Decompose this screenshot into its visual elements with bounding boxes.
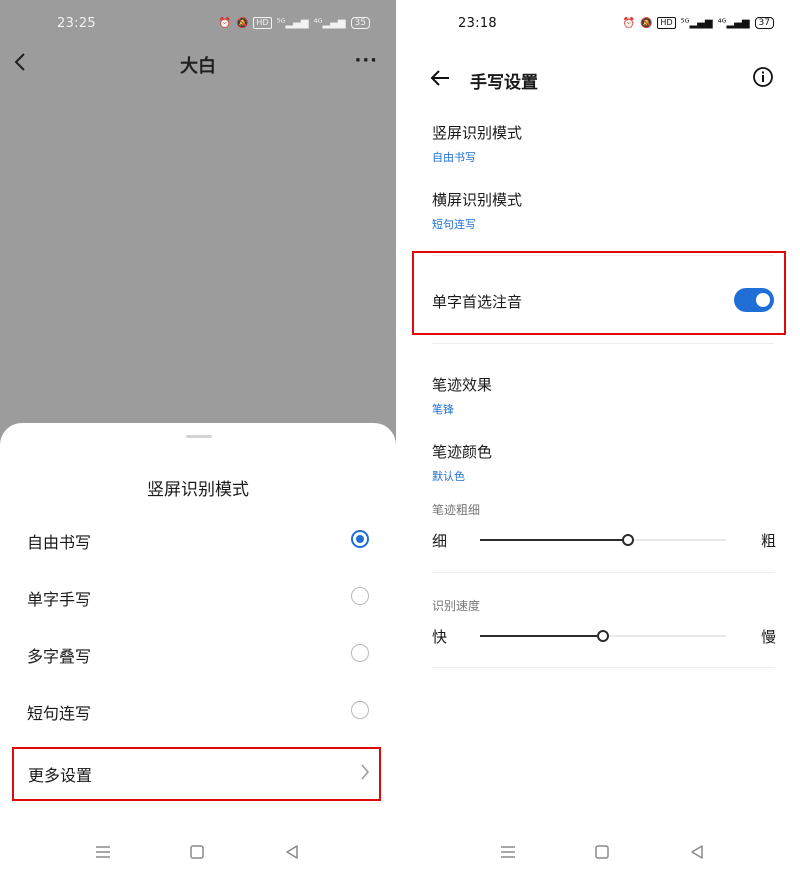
- setting-value: 笔锋: [432, 403, 454, 416]
- menu-nav-icon[interactable]: [500, 843, 516, 865]
- home-nav-icon[interactable]: [189, 843, 205, 865]
- stroke-effect-setting[interactable]: 笔迹效果 笔锋: [432, 374, 776, 417]
- divider: [432, 572, 774, 573]
- setting-label: 横屏识别模式: [432, 191, 523, 209]
- setting-label: 笔迹颜色: [432, 443, 493, 461]
- signal-5g-icon: ⁵ᴳ▂▄▆: [276, 17, 309, 29]
- alarm-icon: ⏰: [218, 17, 231, 29]
- screen-gap: [396, 0, 404, 878]
- info-icon[interactable]: [752, 66, 774, 92]
- recognition-speed-setting: 识别速度 快 慢: [432, 597, 776, 648]
- page-title: 手写设置: [470, 73, 538, 93]
- more-settings-label: 更多设置: [28, 766, 93, 785]
- stroke-width-setting: 笔迹粗细 细 粗: [432, 501, 776, 552]
- signal-4g-icon: ⁴ᴳ▂▄▆: [717, 17, 750, 29]
- divider: [432, 343, 774, 344]
- hd-icon: HD: [253, 17, 272, 29]
- more-settings-item[interactable]: 更多设置: [12, 747, 381, 801]
- option-single-char[interactable]: 单字手写: [0, 569, 396, 625]
- arrow-left-icon: [430, 70, 449, 86]
- status-icons: ⏰ 🔕 HD ⁵ᴳ▂▄▆ ⁴ᴳ▂▄▆ 37: [623, 17, 774, 29]
- alarm-icon: ⏰: [622, 17, 635, 29]
- back-nav-icon[interactable]: [689, 843, 705, 865]
- mute-icon: 🔕: [235, 17, 249, 29]
- option-label: 多字叠写: [27, 647, 92, 666]
- setting-label: 笔迹效果: [432, 376, 493, 394]
- status-time: 23:25: [57, 16, 96, 31]
- recognition-mode-sheet: 竖屏识别模式 自由书写 单字手写 多字叠写 短句连写 更多设置: [0, 423, 396, 878]
- slider-max-label: 粗: [760, 532, 776, 550]
- recognition-speed-slider[interactable]: 快 慢: [432, 624, 776, 648]
- option-label: 自由书写: [27, 533, 92, 552]
- left-screen: 23:25 ⏰ 🔕 HD ⁵ᴳ▂▄▆ ⁴ᴳ▂▄▆ 35 大白 ··· 竖屏识别模…: [0, 0, 396, 878]
- setting-label: 竖屏识别模式: [432, 124, 523, 142]
- stroke-color-setting[interactable]: 笔迹颜色 默认色: [432, 441, 776, 484]
- hd-icon: HD: [657, 17, 676, 29]
- chevron-right-icon: [359, 761, 371, 787]
- battery-icon: 37: [754, 17, 774, 29]
- radio-icon[interactable]: [351, 587, 369, 605]
- slider-thumb[interactable]: [621, 534, 634, 546]
- slider-thumb[interactable]: [597, 630, 609, 642]
- setting-value: 默认色: [432, 470, 465, 483]
- option-multi-char[interactable]: 多字叠写: [0, 626, 396, 682]
- toggle-switch[interactable]: [734, 288, 774, 312]
- portrait-mode-setting[interactable]: 竖屏识别模式 自由书写: [432, 122, 776, 165]
- slider-max-label: 慢: [760, 628, 776, 646]
- pinyin-toggle-setting[interactable]: 单字首选注音: [412, 251, 786, 335]
- option-label: 短句连写: [27, 704, 92, 723]
- radio-selected-icon[interactable]: [351, 530, 369, 548]
- settings-header: 手写设置: [404, 64, 800, 94]
- radio-icon[interactable]: [351, 701, 369, 719]
- sheet-title: 竖屏识别模式: [147, 480, 249, 500]
- chat-title: 大白: [180, 56, 216, 77]
- slider-track[interactable]: [480, 534, 726, 546]
- option-label: 单字手写: [27, 590, 92, 609]
- slider-caption: 笔迹粗细: [432, 503, 481, 517]
- back-button[interactable]: [429, 66, 451, 94]
- slider-fill: [480, 635, 603, 637]
- chat-header: 大白 ···: [0, 48, 396, 78]
- stroke-width-slider[interactable]: 细 粗: [432, 528, 776, 552]
- slider-track[interactable]: [480, 630, 726, 642]
- status-time: 23:18: [458, 16, 497, 31]
- slider-caption: 识别速度: [432, 599, 481, 613]
- more-menu-icon[interactable]: ···: [354, 50, 378, 71]
- status-icons: ⏰ 🔕 HD ⁵ᴳ▂▄▆ ⁴ᴳ▂▄▆ 35: [219, 17, 370, 29]
- system-nav-bar: [0, 843, 396, 865]
- status-bar: 23:18 ⏰ 🔕 HD ⁵ᴳ▂▄▆ ⁴ᴳ▂▄▆ 37: [404, 14, 800, 36]
- option-free-writing[interactable]: 自由书写: [0, 512, 396, 568]
- menu-nav-icon[interactable]: [95, 843, 111, 865]
- sheet-handle[interactable]: [186, 435, 212, 438]
- status-bar: 23:25 ⏰ 🔕 HD ⁵ᴳ▂▄▆ ⁴ᴳ▂▄▆ 35: [0, 14, 396, 36]
- setting-value: 短句连写: [432, 218, 476, 231]
- landscape-mode-setting[interactable]: 横屏识别模式 短句连写: [432, 189, 776, 232]
- battery-icon: 35: [350, 17, 370, 29]
- home-nav-icon[interactable]: [594, 843, 610, 865]
- divider: [432, 667, 774, 668]
- right-screen: 23:18 ⏰ 🔕 HD ⁵ᴳ▂▄▆ ⁴ᴳ▂▄▆ 37 手写设置 竖屏识别模式 …: [404, 0, 800, 878]
- mute-icon: 🔕: [639, 17, 653, 29]
- slider-min-label: 快: [432, 628, 448, 646]
- slider-fill: [480, 539, 628, 541]
- option-short-sentence[interactable]: 短句连写: [0, 683, 396, 739]
- signal-5g-icon: ⁵ᴳ▂▄▆: [680, 17, 713, 29]
- back-nav-icon[interactable]: [284, 843, 300, 865]
- system-nav-bar: [404, 843, 800, 865]
- radio-icon[interactable]: [351, 644, 369, 662]
- setting-label: 单字首选注音: [432, 293, 523, 311]
- signal-4g-icon: ⁴ᴳ▂▄▆: [313, 17, 346, 29]
- slider-min-label: 细: [432, 532, 448, 550]
- setting-value: 自由书写: [432, 151, 476, 164]
